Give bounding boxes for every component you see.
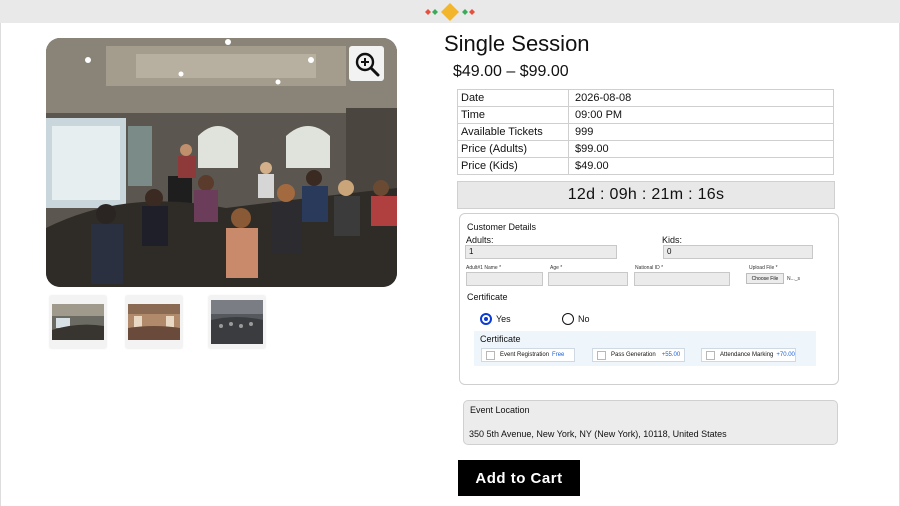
adults-count-input[interactable]: 1 — [465, 245, 617, 259]
detail-label: Time — [457, 106, 569, 124]
adult-name-label: Adult#1 Name * — [466, 265, 502, 271]
zoom-in-icon — [355, 52, 379, 76]
certificate-yes-label: Yes — [496, 314, 511, 324]
age-label: Age * — [550, 265, 563, 271]
option-label: Pass Generation — [611, 352, 656, 358]
no-file-text: N..._s — [787, 276, 801, 282]
conference-room-thumbnail — [52, 304, 104, 340]
age-input[interactable] — [548, 272, 628, 286]
table-row: Price (Kids) $49.00 — [457, 157, 834, 175]
thumbnail-1[interactable] — [50, 296, 106, 348]
national-id-label: National ID * — [635, 265, 664, 271]
option-label: Event Registration — [500, 352, 550, 358]
event-registration-checkbox[interactable]: Event Registration Free — [481, 348, 575, 362]
adults-label: Adults: — [466, 235, 494, 245]
attendance-marking-checkbox[interactable]: Attendance Marking +70.00 — [701, 348, 796, 362]
add-to-cart-button[interactable]: Add to Cart — [458, 460, 580, 496]
detail-value: $99.00 — [568, 140, 834, 158]
venue-hall-thumbnail — [128, 304, 180, 340]
option-price: +55.00 — [661, 352, 681, 358]
kids-label: Kids: — [662, 235, 683, 245]
event-location-heading: Event Location — [470, 405, 530, 415]
thumbnail-3[interactable] — [209, 296, 265, 348]
adult-name-input[interactable] — [466, 272, 543, 286]
thumbnail-2[interactable] — [126, 296, 182, 348]
option-price: +70.00 — [776, 352, 795, 358]
detail-value: $49.00 — [568, 157, 834, 175]
event-location-address: 350 5th Avenue, New York, NY (New York),… — [469, 429, 727, 439]
choose-file-button[interactable]: Choose File — [746, 273, 784, 284]
detail-value: 2026-08-08 — [568, 89, 834, 107]
audience-thumbnail — [211, 300, 263, 344]
main-product-image — [46, 38, 397, 287]
detail-label: Available Tickets — [457, 123, 569, 141]
certificate-label: Certificate — [467, 292, 508, 302]
table-row: Price (Adults) $99.00 — [457, 140, 834, 158]
detail-label: Price (Adults) — [457, 140, 569, 158]
checkbox-box — [597, 350, 606, 360]
option-label: Attendance Marking — [720, 352, 774, 358]
kids-count-input[interactable]: 0 — [663, 245, 813, 259]
detail-label: Date — [457, 89, 569, 107]
national-id-input[interactable] — [634, 272, 730, 286]
checkbox-box — [706, 350, 715, 360]
pass-generation-checkbox[interactable]: Pass Generation +55.00 — [592, 348, 685, 362]
table-row: Time 09:00 PM — [457, 106, 834, 124]
frame-border-left — [0, 23, 1, 506]
certificate-no-label: No — [578, 314, 590, 324]
countdown-timer: 12d : 09h : 21m : 16s — [457, 181, 835, 209]
price-range: $49.00 – $99.00 — [453, 63, 569, 80]
certificate-panel-title: Certificate — [480, 334, 521, 344]
detail-value: 09:00 PM — [568, 106, 834, 124]
certificate-no-radio[interactable] — [562, 313, 574, 325]
checkbox-box — [486, 350, 495, 360]
upload-file-label: Upload File * — [749, 265, 778, 271]
detail-label: Price (Kids) — [457, 157, 569, 175]
top-bar — [0, 0, 900, 23]
certificate-yes-radio[interactable] — [480, 313, 492, 325]
option-price: Free — [552, 352, 565, 358]
table-row: Available Tickets 999 — [457, 123, 834, 141]
customer-details-heading: Customer Details — [467, 222, 537, 232]
event-details-table: Date 2026-08-08 Time 09:00 PM Available … — [457, 89, 834, 175]
product-title: Single Session — [444, 31, 590, 56]
table-row: Date 2026-08-08 — [457, 89, 834, 107]
zoom-button[interactable] — [349, 46, 384, 81]
detail-value: 999 — [568, 123, 834, 141]
four-diamond-logo[interactable] — [418, 3, 482, 21]
